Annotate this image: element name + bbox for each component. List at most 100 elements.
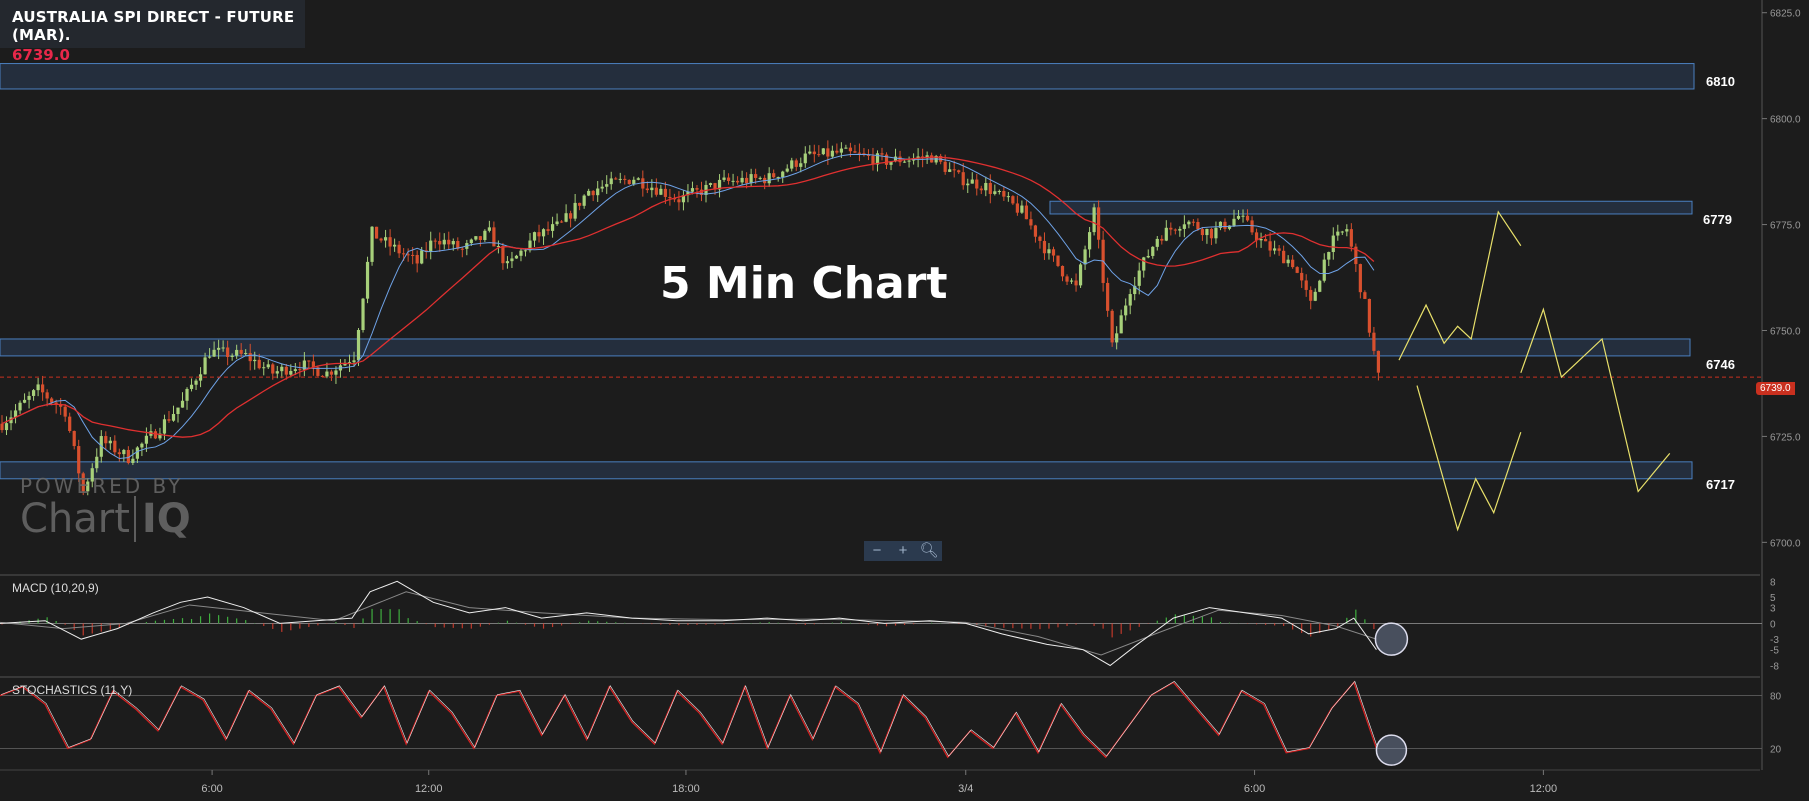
candle-body — [1191, 221, 1195, 223]
candle-body — [212, 349, 216, 357]
candle-body — [131, 458, 135, 463]
y-tick-label: 6725.0 — [1770, 432, 1801, 443]
candle-body — [153, 431, 158, 439]
candle-body — [546, 229, 550, 231]
candle-body — [726, 177, 731, 181]
candle-body — [1024, 205, 1029, 220]
macd-highlight-circle — [1374, 622, 1409, 656]
candle-body — [1273, 248, 1277, 251]
x-tick-label: 6:00 — [201, 783, 222, 795]
candle-body — [519, 250, 523, 256]
macd-y-tick-label: 8 — [1770, 577, 1776, 588]
candle-body — [1137, 270, 1141, 286]
watermark-brand-a: Chart — [20, 496, 130, 542]
y-tick-label: 6825.0 — [1770, 9, 1801, 20]
candle-body — [1015, 203, 1019, 213]
candle-body — [113, 440, 117, 453]
candle-body — [162, 419, 167, 434]
candle-body — [365, 261, 370, 299]
chart-canvas[interactable]: 6700.0 6725.0 6750.0 6775.0 6800.0 6825.0 6:00… — [0, 0, 1809, 801]
candle-body — [844, 147, 848, 149]
candle-body — [352, 360, 356, 363]
candle-body — [1372, 332, 1376, 351]
candle-body — [1268, 241, 1272, 251]
zone-label-6779: 6779 — [1703, 212, 1732, 227]
candle-body — [532, 232, 537, 241]
zoom-out-button[interactable]: − — [866, 541, 888, 561]
candle-body — [1178, 228, 1182, 231]
x-tick-label: 12:00 — [1530, 783, 1558, 795]
candle-body — [135, 447, 139, 459]
candle-body — [754, 174, 758, 178]
candle-body — [1241, 215, 1245, 217]
candle-body — [361, 298, 365, 330]
candle-body — [194, 380, 198, 385]
candle-body — [1376, 350, 1381, 373]
magnifier-icon[interactable]: 🔍︎ — [918, 541, 940, 561]
macd-panel-label: MACD (10,20,9) — [12, 581, 99, 595]
candle-body — [970, 179, 974, 184]
y-tick-label: 6800.0 — [1770, 115, 1801, 126]
candle-body — [1263, 238, 1268, 242]
candle-body — [826, 148, 830, 157]
candle-body — [406, 254, 410, 256]
candle-body — [550, 224, 555, 231]
candle-body — [537, 232, 541, 237]
candle-body — [36, 384, 40, 391]
candle-body — [1074, 280, 1078, 286]
candle-body — [1196, 222, 1200, 230]
candle-body — [1146, 255, 1150, 258]
candle-body — [460, 248, 464, 250]
candle-body — [839, 148, 843, 153]
candle-body — [411, 254, 415, 256]
zoom-in-button[interactable]: + — [892, 541, 914, 561]
candle-body — [483, 230, 487, 240]
candle-body — [171, 414, 176, 421]
candle-body — [636, 178, 640, 180]
candle-body — [578, 202, 582, 206]
candle-body — [708, 183, 713, 185]
candle-body — [1065, 276, 1069, 282]
candle-body — [144, 435, 149, 444]
candle-body — [1042, 240, 1047, 254]
candle-body — [1236, 215, 1241, 219]
candle-body — [469, 239, 473, 244]
candle-body — [226, 347, 230, 357]
candle-body — [1124, 305, 1128, 316]
candle-body — [1160, 238, 1164, 241]
candle-body — [271, 364, 275, 374]
candle-body — [451, 240, 455, 245]
candle-body — [961, 172, 965, 186]
candle-body — [63, 406, 67, 417]
candle-body — [1083, 249, 1087, 265]
candle-body — [415, 254, 419, 264]
candle-body — [993, 191, 997, 194]
candle-body — [627, 179, 631, 185]
candle-body — [41, 384, 45, 393]
candle-body — [235, 349, 239, 356]
candle-body — [663, 188, 667, 197]
candle-body — [429, 240, 433, 252]
candle-body — [1115, 333, 1119, 343]
candle-body — [835, 150, 839, 153]
candle-body — [1336, 231, 1340, 236]
candle-body — [609, 178, 613, 185]
candle-body — [334, 370, 338, 375]
candle-body — [650, 187, 654, 191]
candle-body — [1187, 221, 1191, 225]
candle-body — [95, 456, 99, 469]
candle-body — [77, 446, 81, 474]
candle-body — [1205, 228, 1209, 236]
candle-body — [902, 161, 907, 163]
candle-body — [587, 190, 591, 196]
macd-y-tick-label: 0 — [1770, 619, 1776, 630]
candle-body — [1282, 250, 1286, 264]
candle-body — [176, 407, 180, 415]
candle-body — [289, 370, 293, 375]
candle-body — [203, 357, 207, 375]
candle-body — [27, 395, 31, 400]
candle-body — [217, 347, 221, 350]
candle-body — [293, 369, 297, 371]
candle-body — [573, 202, 577, 219]
candle-body — [1011, 196, 1015, 204]
